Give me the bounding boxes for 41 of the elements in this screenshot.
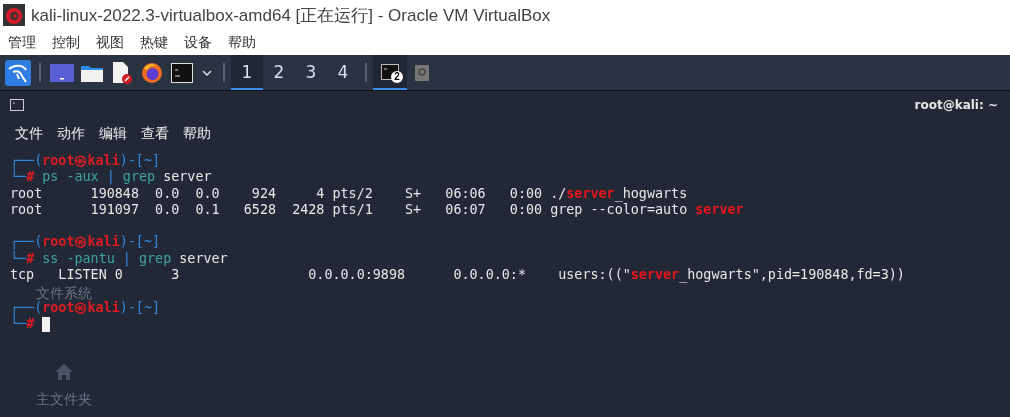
prompt-line: ┌──(root㉿kali)-[~] — [10, 299, 162, 316]
prompt-marker: └─# — [10, 315, 35, 333]
output-line: root 190848 0.0 0.0 924 4 pts/2 S+ 06:06 0:00 ./server_hogwarts — [10, 185, 689, 202]
terminal-menu-item[interactable]: 查看 — [141, 125, 169, 143]
workspace-tab[interactable]: 4 — [327, 55, 359, 90]
command-text: ss -pantu | grep server — [41, 250, 228, 268]
prompt-marker: └─# — [10, 250, 35, 268]
output-line: root 191097 0.0 0.1 6528 2428 pts/1 S+ 06:07 0:00 grep --color=auto server — [10, 201, 745, 219]
terminal-menu-item[interactable]: 动作 — [57, 125, 85, 143]
terminal-menu-item[interactable]: 文件 — [15, 125, 43, 143]
terminal-icon — [10, 99, 24, 111]
terminal-title: root@kali: ~ — [914, 98, 998, 112]
folder-icon[interactable] — [81, 63, 103, 82]
workspace-tab[interactable]: 3 — [295, 55, 327, 90]
prompt-marker: └─# — [10, 169, 35, 186]
window-count-badge: 2 — [391, 71, 403, 83]
menu-item[interactable]: 管理 — [8, 33, 36, 52]
terminal-icon — [381, 63, 399, 80]
terminal-menu-item[interactable]: 帮助 — [183, 125, 211, 143]
terminal-menu-item[interactable]: 编辑 — [99, 125, 127, 143]
prompt-line: ┌──(root㉿kali)-[~] — [10, 153, 162, 169]
menu-item[interactable]: 热键 — [140, 33, 168, 52]
desktop-icon[interactable] — [50, 63, 74, 82]
menu-item[interactable]: 控制 — [52, 33, 80, 52]
output-line: tcp LISTEN 0 3 0.0.0.0:9898 0.0.0.0:* users:(("server_hogwarts",pid=190848,fd=3)) — [10, 267, 906, 284]
terminal-icon[interactable] — [171, 62, 193, 83]
home-icon — [54, 363, 74, 381]
menu-item[interactable]: 设备 — [184, 33, 212, 52]
firefox-icon[interactable] — [141, 61, 163, 84]
workspace-tab[interactable]: 2 — [263, 55, 295, 90]
chevron-down-icon[interactable] — [202, 69, 212, 76]
text-editor-icon[interactable] — [112, 61, 132, 84]
window-title: kali-linux-2022.3-virtualbox-amd64 [正在运行] - Oracle VM VirtualBox — [31, 4, 551, 27]
menu-item[interactable]: 视图 — [96, 33, 124, 52]
kali-dragon-icon[interactable] — [5, 59, 31, 86]
command-text: ps -aux | grep server — [41, 169, 212, 186]
menu-item[interactable]: 帮助 — [228, 33, 256, 52]
prompt-line: ┌──(root㉿kali)-[~] — [10, 234, 162, 250]
app-logo-icon — [3, 4, 25, 26]
workspace-tab[interactable]: 1 — [231, 55, 263, 90]
terminal-task-button[interactable]: 2 — [373, 55, 407, 90]
